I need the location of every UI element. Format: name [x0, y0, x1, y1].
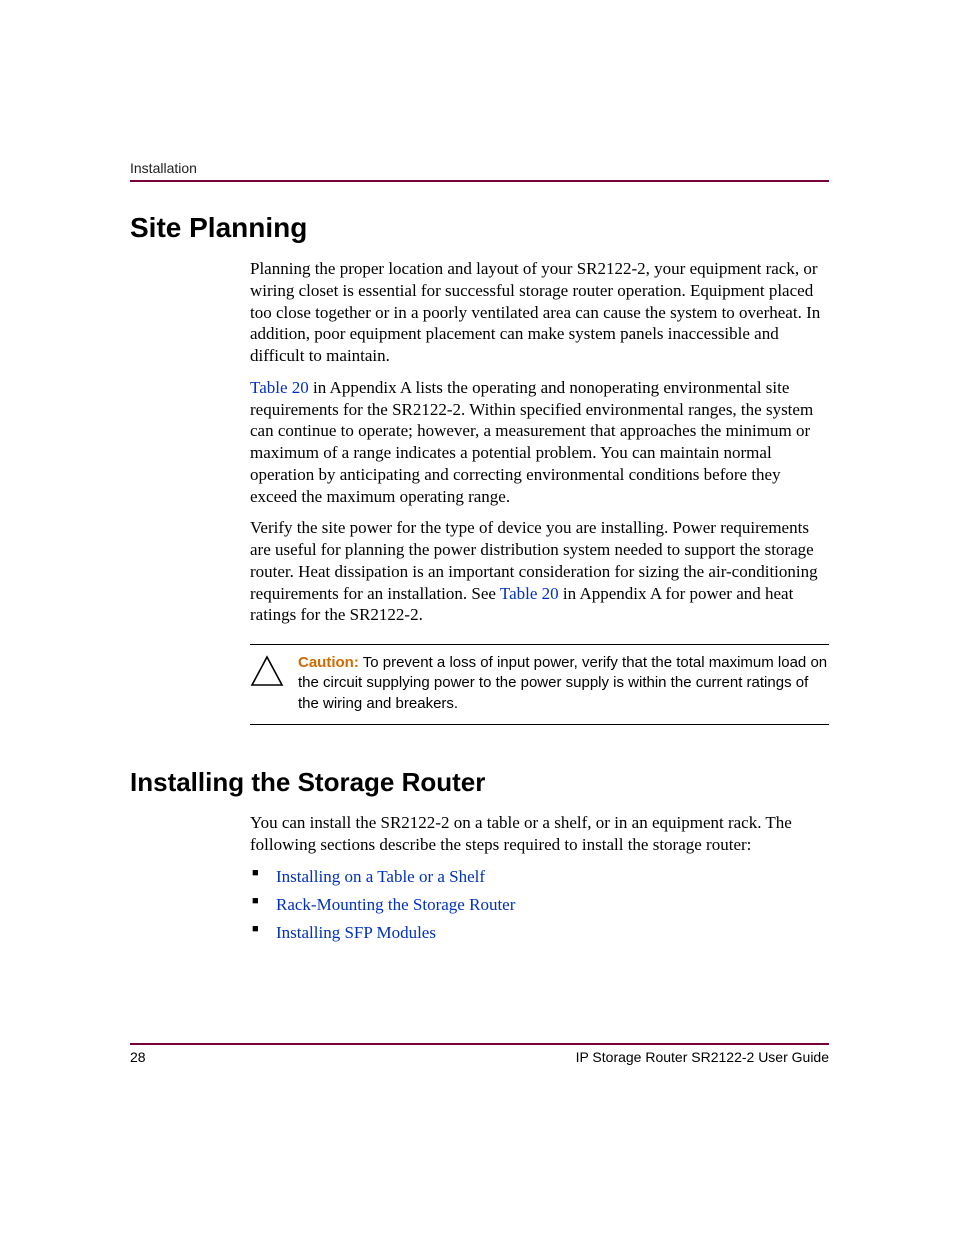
paragraph-text: in Appendix A lists the operating and no…	[250, 378, 813, 506]
site-planning-body: Planning the proper location and layout …	[250, 258, 829, 626]
page: Installation Site Planning Planning the …	[0, 0, 954, 1235]
paragraph: You can install the SR2122-2 on a table …	[250, 812, 829, 856]
paragraph: Table 20 in Appendix A lists the operati…	[250, 377, 829, 508]
link-installing-sfp[interactable]: Installing SFP Modules	[276, 923, 436, 942]
caution-body: To prevent a loss of input power, verify…	[298, 654, 827, 712]
caution-text: Caution: To prevent a loss of input powe…	[298, 653, 829, 714]
caution-box: Caution: To prevent a loss of input powe…	[250, 644, 829, 725]
heading-site-planning: Site Planning	[130, 212, 829, 244]
list-item: Installing on a Table or a Shelf	[250, 865, 829, 889]
link-installing-table-shelf[interactable]: Installing on a Table or a Shelf	[276, 867, 485, 886]
running-head: Installation	[130, 160, 829, 176]
paragraph: Verify the site power for the type of de…	[250, 517, 829, 626]
installing-body: You can install the SR2122-2 on a table …	[250, 812, 829, 945]
list-item: Rack-Mounting the Storage Router	[250, 893, 829, 917]
list-item: Installing SFP Modules	[250, 921, 829, 945]
heading-installing-storage-router: Installing the Storage Router	[130, 767, 829, 798]
paragraph: Planning the proper location and layout …	[250, 258, 829, 367]
footer: 28 IP Storage Router SR2122-2 User Guide	[130, 1043, 829, 1065]
caution-label: Caution:	[298, 654, 359, 671]
caution-icon	[250, 653, 284, 687]
link-table-20[interactable]: Table 20	[250, 378, 309, 397]
footer-rule	[130, 1043, 829, 1045]
link-rack-mounting[interactable]: Rack-Mounting the Storage Router	[276, 895, 515, 914]
link-list: Installing on a Table or a Shelf Rack-Mo…	[250, 865, 829, 944]
header-rule	[130, 180, 829, 182]
doc-title: IP Storage Router SR2122-2 User Guide	[576, 1049, 829, 1065]
page-number: 28	[130, 1049, 146, 1065]
link-table-20[interactable]: Table 20	[500, 584, 559, 603]
